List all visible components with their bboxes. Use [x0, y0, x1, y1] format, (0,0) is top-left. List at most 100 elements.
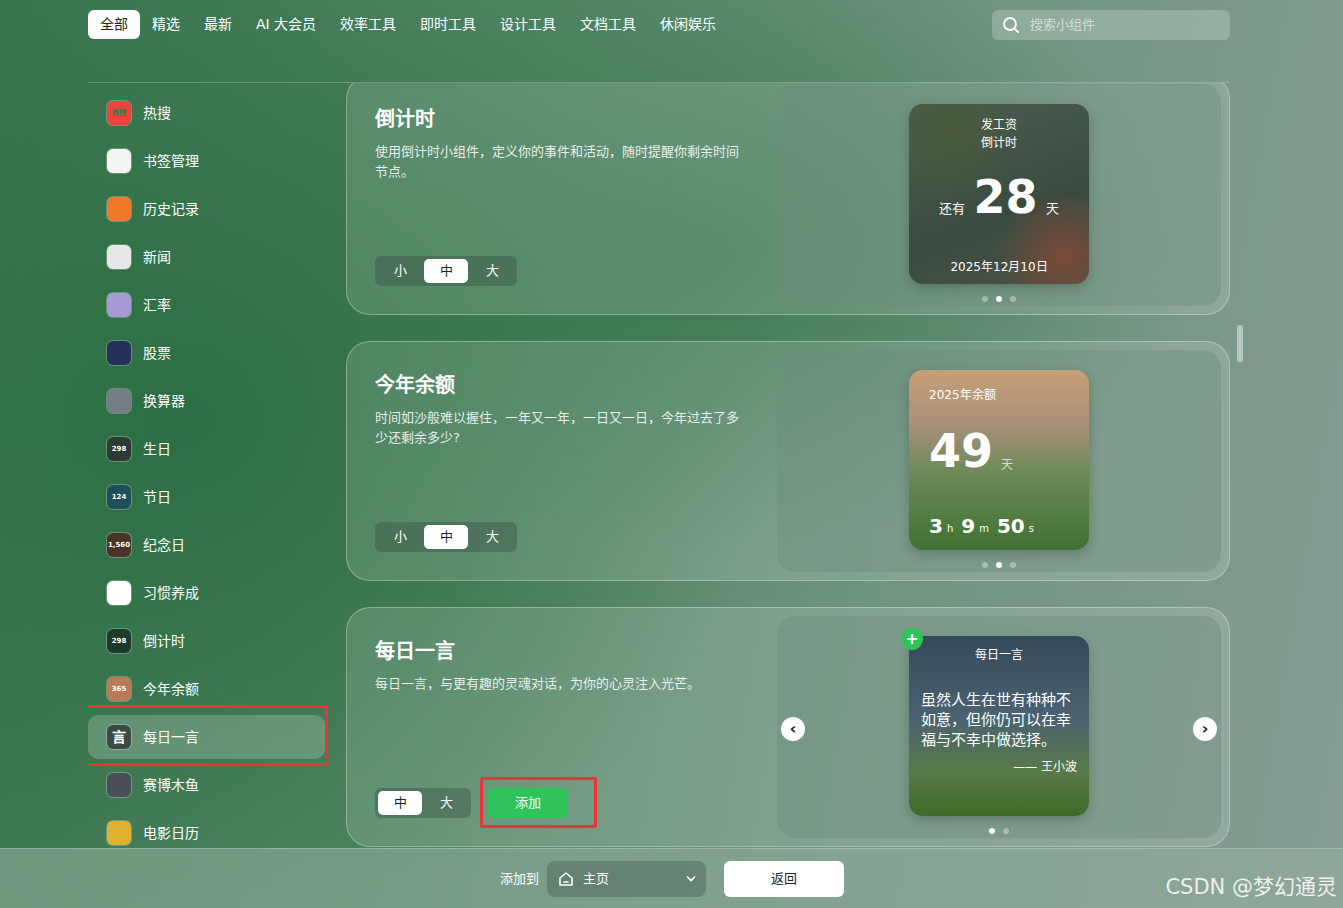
- annotation-box: 298生日: [88, 427, 325, 471]
- page-dot[interactable]: [982, 562, 988, 568]
- size-label: 大: [440, 795, 453, 810]
- category-tab[interactable]: 精选: [140, 10, 192, 39]
- page-dot[interactable]: [1010, 296, 1016, 302]
- sidebar-item[interactable]: 习惯养成: [88, 571, 325, 615]
- sidebar-label: 换算器: [143, 391, 185, 412]
- preview-holder: 发工资倒计时还有28天2025年12月10日: [909, 104, 1089, 284]
- widget-list: 倒计时使用倒计时小组件，定义你的事件和活动，随时提醒你剩余时间节点。小中大发工资…: [346, 83, 1230, 848]
- page-dot[interactable]: [989, 828, 995, 834]
- size-label: 小: [394, 529, 407, 544]
- countdown-value: 28: [973, 174, 1037, 220]
- sidebar-item[interactable]: 股票: [88, 331, 325, 375]
- widget-icon: [107, 245, 131, 269]
- chevron-down-icon: [686, 875, 696, 883]
- tab-label: 即时工具: [420, 16, 476, 32]
- category-tab[interactable]: 文档工具: [568, 10, 648, 39]
- tab-label: AI 大会员: [256, 16, 316, 32]
- sidebar-item[interactable]: 汇率: [88, 283, 325, 327]
- target-dropdown[interactable]: 主页: [547, 861, 706, 897]
- widget-description: 每日一言，与更有趣的灵魂对话，为你的心灵注入光芒。: [375, 674, 747, 694]
- year-title: 2025年余额: [929, 386, 1069, 404]
- add-button[interactable]: 添加: [488, 788, 568, 818]
- add-to-label: 添加到: [500, 869, 539, 889]
- size-label: 小: [394, 263, 407, 278]
- sidebar-label: 节日: [143, 487, 171, 508]
- search-input[interactable]: [1028, 14, 1220, 36]
- size-option[interactable]: 大: [470, 259, 514, 283]
- annotation-box: 电影日历: [88, 811, 325, 848]
- sidebar-label: 新闻: [143, 247, 171, 268]
- icon-text: 298: [112, 638, 127, 645]
- search-box[interactable]: [992, 10, 1230, 40]
- annotation-box: 历史记录: [88, 187, 325, 231]
- annotation-box: 298 倒计时: [88, 619, 325, 663]
- year-balance-widget[interactable]: 2025年余额49天3h9m50s: [909, 370, 1089, 550]
- widget-icon: 298: [107, 629, 131, 653]
- size-label: 大: [486, 529, 499, 544]
- countdown-unit: 天: [1046, 199, 1059, 219]
- page-dot[interactable]: [1010, 562, 1016, 568]
- widget-description: 使用倒计时小组件，定义你的事件和活动，随时提醒你剩余时间节点。: [375, 142, 747, 182]
- sidebar-item[interactable]: 赛博木鱼: [88, 763, 325, 807]
- annotation-box: 书签管理: [88, 139, 325, 183]
- prev-button[interactable]: ‹: [781, 717, 805, 741]
- quote-widget[interactable]: 每日一言虽然人生在世有种种不如意，但你仍可以在幸福与不幸中做选择。—— 王小波: [909, 636, 1089, 816]
- back-label: 返回: [771, 871, 797, 886]
- widget-icon: [107, 821, 131, 845]
- sidebar-item[interactable]: 热搜热搜: [88, 91, 325, 135]
- add-badge[interactable]: +: [901, 628, 923, 650]
- page-dot[interactable]: [982, 296, 988, 302]
- sidebar-item[interactable]: 365今年余额: [88, 667, 325, 711]
- sidebar-label: 倒计时: [143, 631, 185, 652]
- page-dot[interactable]: [996, 296, 1002, 302]
- category-tab[interactable]: AI 大会员: [244, 10, 328, 39]
- countdown-widget[interactable]: 发工资倒计时还有28天2025年12月10日: [909, 104, 1089, 284]
- sidebar-item[interactable]: 新闻: [88, 235, 325, 279]
- widget-card: 今年余额时间如沙般难以握住，一年又一年，一日又一日，今年过去了多少还剩余多少?小…: [346, 341, 1230, 581]
- size-toggle: 小中大: [375, 522, 517, 552]
- size-option[interactable]: 中: [378, 791, 422, 815]
- size-option[interactable]: 小: [378, 525, 422, 549]
- annotation-box: 赛博木鱼: [88, 763, 325, 807]
- page-dots: [982, 296, 1016, 302]
- size-option[interactable]: 中: [424, 525, 468, 549]
- sidebar-item[interactable]: 1,560纪念日: [88, 523, 325, 567]
- sidebar-item[interactable]: 298 倒计时: [88, 619, 325, 663]
- page-dot[interactable]: [1003, 828, 1009, 834]
- sidebar-item[interactable]: 书签管理: [88, 139, 325, 183]
- quote-text: 虽然人生在世有种种不如意，但你仍可以在幸福与不幸中做选择。: [921, 690, 1077, 750]
- sidebar-item[interactable]: 电影日历: [88, 811, 325, 848]
- bottom-bar: 添加到主页 返回: [0, 848, 1343, 908]
- size-toggle: 小中大: [375, 256, 517, 286]
- sidebar-label: 电影日历: [143, 823, 199, 844]
- category-tab[interactable]: 休闲娱乐: [648, 10, 728, 39]
- size-option[interactable]: 中: [424, 259, 468, 283]
- size-option[interactable]: 大: [424, 791, 468, 815]
- size-label: 中: [440, 263, 453, 278]
- sidebar-item[interactable]: 换算器: [88, 379, 325, 423]
- sidebar-item[interactable]: 298生日: [88, 427, 325, 471]
- next-button[interactable]: ›: [1193, 717, 1217, 741]
- sidebar-item[interactable]: 历史记录: [88, 187, 325, 231]
- widget-preview-panel: 2025年余额49天3h9m50s: [777, 350, 1221, 572]
- scrollbar-thumb[interactable]: [1237, 325, 1243, 362]
- category-tab[interactable]: 全部: [88, 10, 140, 39]
- icon-text: 124: [112, 494, 127, 501]
- icon-text: 365: [112, 686, 127, 693]
- quote-title: 每日一言: [921, 646, 1077, 664]
- year-value: 49: [929, 428, 993, 474]
- size-option[interactable]: 小: [378, 259, 422, 283]
- top-bar: 全部精选最新 AI 大会员效率工具即时工具设计工具文档工具休闲娱乐: [88, 0, 1230, 83]
- size-option[interactable]: 大: [470, 525, 514, 549]
- back-button[interactable]: 返回: [724, 861, 844, 897]
- category-tab[interactable]: 设计工具: [488, 10, 568, 39]
- widget-preview-panel: 发工资倒计时还有28天2025年12月10日: [777, 84, 1221, 306]
- page-dot[interactable]: [996, 562, 1002, 568]
- time-value: 9: [961, 516, 975, 536]
- sidebar-item[interactable]: 124 节日: [88, 475, 325, 519]
- category-tab[interactable]: 即时工具: [408, 10, 488, 39]
- sidebar-item[interactable]: 言每日一言: [88, 715, 325, 759]
- tab-label: 精选: [152, 16, 180, 32]
- category-tab[interactable]: 效率工具: [328, 10, 408, 39]
- category-tab[interactable]: 最新: [192, 10, 244, 39]
